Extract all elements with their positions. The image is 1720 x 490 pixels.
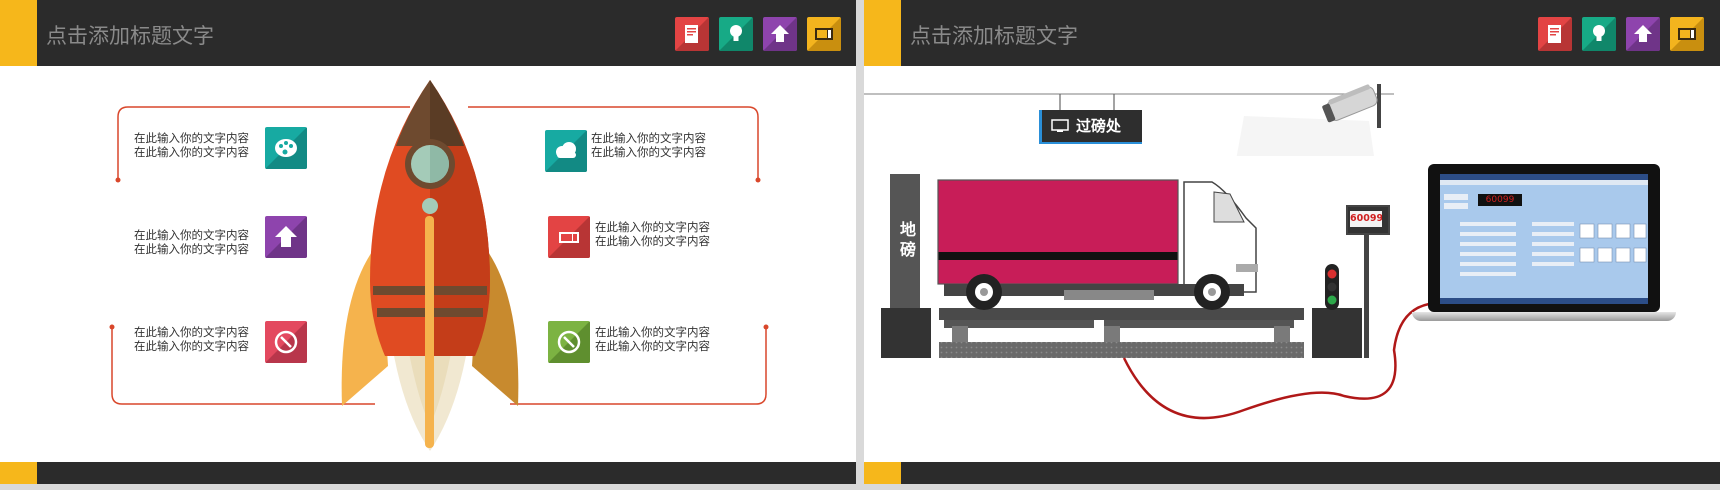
cloud-icon[interactable] — [545, 130, 587, 172]
item-text: 在此输入你的文字内容 在此输入你的文字内容 — [595, 325, 710, 353]
item-line: 在此输入你的文字内容 — [134, 325, 249, 339]
upload-arrow-icon[interactable] — [1626, 17, 1660, 51]
slide-title[interactable]: 点击添加标题文字 — [910, 20, 1078, 50]
compass-icon[interactable] — [548, 321, 590, 363]
slide-footer — [0, 462, 856, 484]
header-accent-bar — [864, 0, 901, 66]
lightbulb-icon[interactable] — [1582, 17, 1616, 51]
item-line: 在此输入你的文字内容 — [595, 325, 710, 339]
item-line: 在此输入你的文字内容 — [595, 339, 710, 353]
weigh-station-sign: 过磅处 — [1039, 110, 1142, 144]
ceiling-rail — [864, 93, 1394, 156]
slide-rocket: 点击添加标题文字 在此输入你的文字内容 在此输入你的文字内容 在此输入你的文字内… — [0, 0, 856, 484]
slide-weighbridge: 点击添加标题文字 过磅处 地磅 60099 60099 — [864, 0, 1720, 484]
laptop: 60099 — [1428, 164, 1660, 312]
screen-menubar — [1440, 180, 1648, 185]
weight-readout: 60099kg — [1350, 211, 1382, 227]
item-line: 在此输入你的文字内容 — [595, 234, 710, 248]
upload-arrow-icon[interactable] — [265, 216, 307, 258]
rocket-illustration — [341, 80, 519, 451]
item-text: 在此输入你的文字内容 在此输入你的文字内容 — [591, 131, 706, 159]
item-text: 在此输入你的文字内容 在此输入你的文字内容 — [595, 220, 710, 248]
security-camera-icon — [1322, 84, 1381, 128]
palette-icon[interactable] — [265, 127, 307, 169]
item-line: 在此输入你的文字内容 — [591, 145, 706, 159]
footer-accent-bar — [0, 462, 37, 484]
slide-header: 点击添加标题文字 — [864, 0, 1720, 66]
screen-form — [1440, 194, 1648, 304]
item-line: 在此输入你的文字内容 — [134, 145, 249, 159]
item-line: 在此输入你的文字内容 — [134, 228, 249, 242]
laptop-base — [1412, 312, 1676, 321]
item-line: 在此输入你的文字内容 — [591, 131, 706, 145]
slide-footer — [864, 462, 1720, 484]
weight-display-board: 60099kg — [1346, 205, 1390, 235]
sign-label: 过磅处 — [1076, 117, 1122, 135]
footer-accent-bar — [864, 462, 901, 484]
item-text: 在此输入你的文字内容 在此输入你的文字内容 — [134, 325, 249, 353]
ticket-icon[interactable] — [548, 216, 590, 258]
weighbridge-label: 地磅 — [900, 220, 917, 259]
item-line: 在此输入你的文字内容 — [134, 242, 249, 256]
laptop-screen[interactable]: 60099 — [1440, 174, 1648, 304]
item-line: 在此输入你的文字内容 — [595, 220, 710, 234]
book-icon[interactable] — [1538, 17, 1572, 51]
ticket-icon[interactable] — [1670, 17, 1704, 51]
item-line: 在此输入你的文字内容 — [134, 131, 249, 145]
monitor-icon — [1051, 119, 1069, 132]
item-line: 在此输入你的文字内容 — [134, 339, 249, 353]
item-text: 在此输入你的文字内容 在此输入你的文字内容 — [134, 131, 249, 159]
compass-icon[interactable] — [265, 321, 307, 363]
item-text: 在此输入你的文字内容 在此输入你的文字内容 — [134, 228, 249, 256]
